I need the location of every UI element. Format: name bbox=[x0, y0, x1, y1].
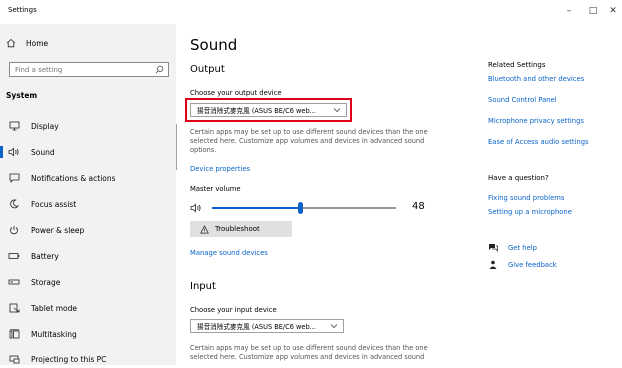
sidebar: Home System Display Sound Notifications … bbox=[0, 24, 176, 365]
speaker-icon bbox=[8, 147, 19, 157]
ease-of-access-audio-link[interactable]: Ease of Access audio settings bbox=[488, 138, 589, 146]
home-label: Home bbox=[26, 38, 49, 48]
power-icon bbox=[10, 226, 18, 235]
setting-up-microphone-link[interactable]: Setting up a microphone bbox=[488, 208, 572, 216]
sidebar-item-sound[interactable]: Sound bbox=[0, 143, 176, 161]
sidebar-item-display[interactable]: Display bbox=[0, 117, 176, 135]
sidebar-item-power-sleep[interactable]: Power & sleep bbox=[0, 221, 176, 239]
sidebar-item-multitasking[interactable]: Multitasking bbox=[0, 325, 176, 343]
tablet-icon bbox=[9, 303, 19, 313]
sidebar-item-storage[interactable]: Storage bbox=[0, 273, 176, 291]
output-heading: Output bbox=[190, 64, 225, 75]
projector-icon bbox=[9, 355, 19, 364]
sidebar-item-label: Tablet mode bbox=[31, 303, 77, 313]
bluetooth-devices-link[interactable]: Bluetooth and other devices bbox=[488, 75, 584, 83]
output-device-label: Choose your output device bbox=[190, 89, 282, 97]
window-title: Settings bbox=[8, 6, 37, 14]
sidebar-item-label: Storage bbox=[31, 277, 61, 287]
sidebar-item-label: Sound bbox=[31, 147, 55, 157]
sidebar-item-focus-assist[interactable]: Focus assist bbox=[0, 195, 176, 213]
battery-icon bbox=[8, 253, 20, 259]
sidebar-item-notifications[interactable]: Notifications & actions bbox=[0, 169, 176, 187]
volume-icon bbox=[190, 203, 201, 213]
page-title: Sound bbox=[190, 36, 238, 54]
red-highlight-box bbox=[185, 98, 352, 122]
maximize-button[interactable]: □ bbox=[584, 4, 602, 18]
get-help-label: Get help bbox=[508, 243, 537, 252]
section-title: System bbox=[6, 91, 38, 100]
volume-value: 48 bbox=[412, 201, 425, 212]
related-settings-title: Related Settings bbox=[488, 61, 546, 69]
close-button[interactable]: ✕ bbox=[604, 4, 622, 18]
sidebar-item-label: Display bbox=[31, 121, 59, 131]
input-device-value: 揚音消除式麥克風 (ASUS BE/C6 web... bbox=[197, 323, 316, 331]
search-box[interactable] bbox=[9, 62, 169, 77]
sidebar-item-label: Projecting to this PC bbox=[31, 354, 107, 364]
give-feedback-link[interactable]: Give feedback bbox=[488, 260, 557, 270]
manage-sound-devices-link[interactable]: Manage sound devices bbox=[190, 249, 268, 257]
troubleshoot-label: Troubleshoot bbox=[215, 225, 260, 233]
slider-fill bbox=[212, 207, 300, 209]
microphone-privacy-link[interactable]: Microphone privacy settings bbox=[488, 117, 584, 125]
sidebar-item-label: Battery bbox=[31, 251, 59, 261]
input-description: Certain apps may be set up to use differ… bbox=[190, 344, 428, 361]
minimize-button[interactable]: – bbox=[560, 4, 578, 18]
help-chat-icon bbox=[489, 244, 498, 252]
feedback-icon bbox=[489, 260, 497, 269]
monitor-icon bbox=[9, 121, 19, 131]
home-nav-item[interactable]: Home bbox=[6, 38, 48, 48]
moon-icon bbox=[10, 199, 19, 209]
input-device-label: Choose your input device bbox=[190, 306, 277, 314]
main-content: Sound Output Choose your output device 揚… bbox=[176, 24, 622, 365]
warning-icon bbox=[200, 224, 209, 233]
give-feedback-label: Give feedback bbox=[508, 261, 557, 269]
output-description: Certain apps may be set up to use differ… bbox=[190, 128, 428, 154]
slider-track[interactable] bbox=[212, 202, 396, 214]
sidebar-item-battery[interactable]: Battery bbox=[0, 247, 176, 265]
home-icon bbox=[6, 38, 16, 48]
device-properties-link[interactable]: Device properties bbox=[190, 165, 250, 173]
master-volume-label: Master volume bbox=[190, 185, 241, 193]
sidebar-item-label: Focus assist bbox=[31, 199, 77, 209]
troubleshoot-button[interactable]: Troubleshoot bbox=[190, 221, 292, 237]
title-bar: Settings – □ ✕ bbox=[0, 0, 622, 24]
fixing-sound-problems-link[interactable]: Fixing sound problems bbox=[488, 194, 564, 202]
search-icon bbox=[155, 65, 164, 74]
master-volume-slider[interactable] bbox=[190, 201, 400, 215]
input-heading: Input bbox=[190, 281, 216, 292]
sidebar-item-label: Notifications & actions bbox=[31, 173, 116, 183]
sidebar-item-tablet-mode[interactable]: Tablet mode bbox=[0, 299, 176, 317]
input-device-dropdown[interactable]: 揚音消除式麥克風 (ASUS BE/C6 web... bbox=[190, 319, 344, 333]
slider-thumb[interactable] bbox=[298, 202, 303, 214]
notification-icon bbox=[9, 173, 19, 183]
sidebar-item-label: Power & sleep bbox=[31, 225, 85, 235]
question-title: Have a question? bbox=[488, 174, 549, 182]
sidebar-item-label: Multitasking bbox=[31, 329, 77, 339]
chevron-down-icon bbox=[330, 324, 338, 329]
scrollbar[interactable] bbox=[176, 124, 177, 170]
search-input[interactable] bbox=[15, 65, 150, 75]
multitasking-icon bbox=[9, 329, 19, 339]
sidebar-item-projecting[interactable]: Projecting to this PC bbox=[0, 350, 176, 368]
storage-icon bbox=[8, 279, 20, 285]
get-help-link[interactable]: Get help bbox=[488, 243, 537, 252]
sound-control-panel-link[interactable]: Sound Control Panel bbox=[488, 96, 557, 104]
